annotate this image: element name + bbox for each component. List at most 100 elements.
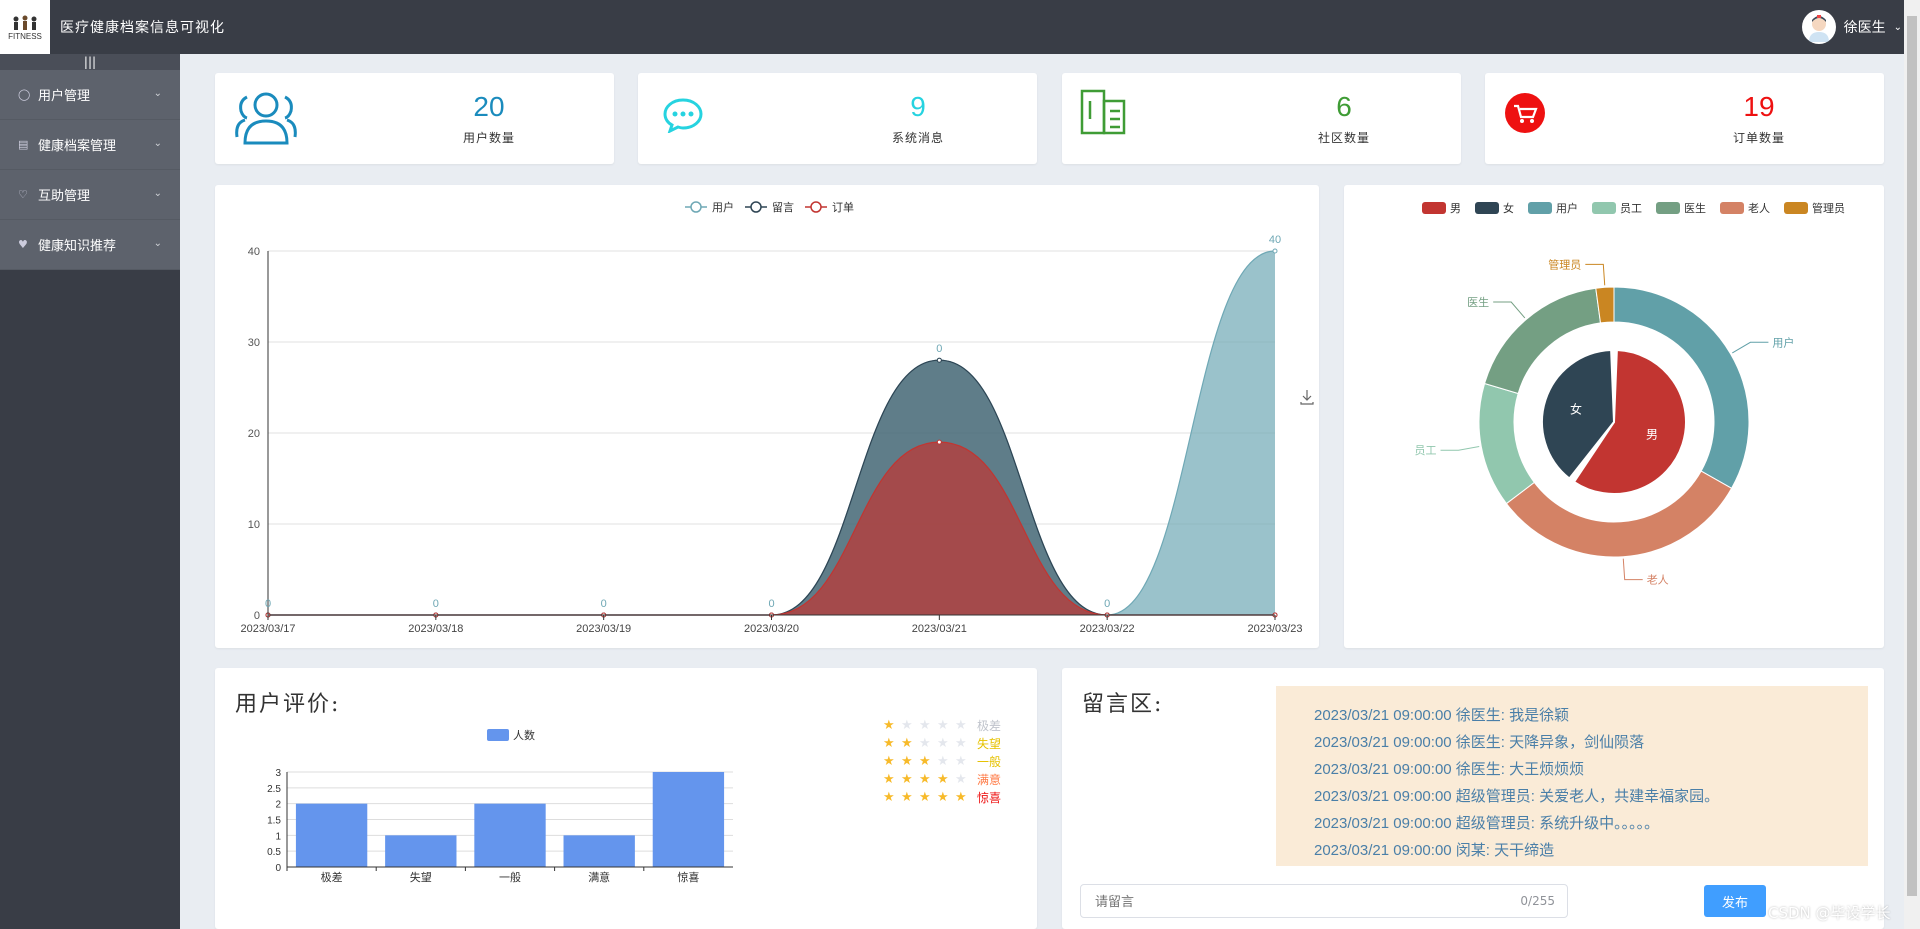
star-icon[interactable]: ★ — [919, 790, 937, 805]
y-tick-label: 3 — [275, 768, 281, 779]
legend-item[interactable]: 用户 — [1528, 201, 1578, 215]
building-icon — [1080, 89, 1126, 135]
series-area — [268, 442, 1275, 615]
star-label: 极差 — [977, 718, 1002, 733]
sidebar-toggle[interactable]: ||| — [0, 54, 180, 70]
star-icon[interactable]: ★ — [937, 718, 955, 733]
bar[interactable] — [563, 835, 635, 867]
pie-chart-card: 男女用户 员工 医生 老人 管理员 男女 用户 老人 员工 医生 管理员 — [1344, 185, 1884, 648]
stat-card-orders: 19 订单数量 — [1485, 73, 1884, 164]
users-icon — [235, 92, 297, 145]
star-icon[interactable]: ★ — [937, 754, 955, 769]
bar[interactable] — [474, 803, 546, 867]
y-tick-label: 0 — [275, 863, 281, 874]
legend-swatch — [487, 729, 509, 741]
legend-item[interactable]: 人数 — [487, 729, 535, 742]
legend-item[interactable]: 老人 — [1720, 202, 1770, 215]
star-icon[interactable]: ★ — [955, 754, 973, 769]
legend-label: 老人 — [1748, 202, 1770, 215]
data-label: 0 — [265, 598, 271, 610]
data-label: 0 — [768, 598, 774, 610]
bar[interactable] — [652, 772, 725, 867]
star-icon[interactable]: ★ — [955, 772, 973, 787]
legend-swatch — [1475, 202, 1499, 214]
sidebar-item-mutual-aid[interactable]: ♡ 互助管理 ⌄ — [0, 170, 180, 220]
scrollbar-thumb[interactable] — [1907, 16, 1917, 896]
star-icon[interactable]: ★ — [955, 718, 973, 733]
series-订单[interactable] — [265, 439, 1278, 618]
star-icon[interactable]: ★ — [901, 718, 919, 733]
message-input[interactable] — [1093, 885, 1497, 917]
legend-item[interactable]: 员工 — [1592, 202, 1642, 215]
star-icon[interactable]: ★ — [883, 772, 901, 787]
star-row: ★ ★ ★ ★ ★ 惊喜 — [883, 788, 1033, 806]
x-tick-label: 2023/03/23 — [1247, 623, 1302, 635]
star-icon[interactable]: ★ — [919, 736, 937, 751]
sidebar-item-user-management[interactable]: ◯ 用户管理 ⌄ — [0, 70, 180, 120]
star-icon[interactable]: ★ — [919, 718, 937, 733]
user-menu[interactable]: 徐医生 ⌄ — [1801, 9, 1902, 45]
fitness-logo-icon — [13, 15, 37, 30]
legend-item[interactable]: 医生 — [1656, 201, 1706, 215]
label-leader-line — [1440, 446, 1480, 451]
page-scrollbar[interactable] — [1904, 0, 1920, 929]
legend-item[interactable]: 男 — [1422, 202, 1461, 215]
user-name: 徐医生 — [1843, 20, 1886, 36]
trend-area-chart: 用户 留言 订单 0 10 20 30 40 2023/03/17 2023/03/18 2023… — [240, 200, 1314, 635]
y-tick-label: 2 — [275, 800, 281, 811]
x-tick-label: 2023/03/22 — [1080, 623, 1135, 635]
star-icon[interactable]: ★ — [919, 754, 937, 769]
slice-label: 员工 — [1415, 444, 1437, 457]
star-icon[interactable]: ★ — [901, 736, 919, 751]
download-icon[interactable] — [1300, 390, 1314, 405]
star-icon[interactable]: ★ — [955, 736, 973, 751]
star-icon[interactable]: ★ — [937, 790, 955, 805]
star-icon[interactable]: ★ — [883, 718, 901, 733]
legend-label: 男 — [1450, 203, 1461, 215]
sidebar-item-health-records[interactable]: ▤ 健康档案管理 ⌄ — [0, 120, 180, 170]
data-label: 0 — [601, 598, 607, 610]
star-icon[interactable]: ★ — [883, 736, 901, 751]
legend-item[interactable]: 订单 — [805, 201, 854, 214]
publish-button[interactable]: 发布 — [1704, 885, 1766, 917]
data-point[interactable] — [936, 357, 942, 363]
star-icon[interactable]: ★ — [883, 790, 901, 805]
x-tick-label: 极差 — [321, 870, 343, 884]
slice-label: 医生 — [1467, 295, 1489, 309]
star-icon[interactable]: ★ — [955, 790, 973, 805]
x-tick-label: 满意 — [588, 870, 610, 884]
legend-label: 医生 — [1684, 201, 1706, 215]
legend-item[interactable]: 用户 — [685, 200, 734, 214]
chevron-down-icon: ⌄ — [153, 88, 162, 99]
star-icon[interactable]: ★ — [937, 772, 955, 787]
stat-card-communities: 6 社区数量 — [1062, 73, 1461, 164]
list-item: 2023/03/21 09:00:00 超级管理员: 系统升级中。。。。。 — [1314, 815, 1660, 832]
y-tick-label: 20 — [248, 428, 260, 440]
y-tick-label: 1 — [275, 831, 281, 842]
legend-item[interactable]: 管理员 — [1784, 201, 1845, 215]
bar[interactable] — [295, 803, 368, 867]
star-rating-legend: ★ ★ ★ ★ ★ 极差 ★ ★ ★ ★ ★ 失望 ★ ★ ★ ★ ★ 一般 ★ ★ ★ ★ ★ 满意 ★ ★ ★ ★ ★ 惊喜 — [883, 716, 1033, 806]
label-leader-line — [1732, 341, 1769, 354]
star-icon[interactable]: ★ — [919, 772, 937, 787]
series-留言[interactable] — [265, 357, 1278, 618]
data-point[interactable] — [936, 439, 942, 445]
star-icon[interactable]: ★ — [901, 754, 919, 769]
series-area — [268, 360, 1275, 615]
bar[interactable] — [385, 835, 457, 867]
star-icon[interactable]: ★ — [883, 754, 901, 769]
data-label: 0 — [433, 598, 439, 610]
star-icon[interactable]: ★ — [901, 772, 919, 787]
legend-item[interactable]: 留言 — [745, 201, 794, 214]
star-row: ★ ★ ★ ★ ★ 一般 — [883, 752, 1033, 770]
data-point[interactable] — [1272, 248, 1278, 254]
legend-swatch — [1656, 202, 1680, 214]
star-icon[interactable]: ★ — [937, 736, 955, 751]
legend-item[interactable]: 女 — [1475, 201, 1514, 215]
cart-icon — [1505, 93, 1545, 133]
sidebar-item-health-knowledge[interactable]: ♥ 健康知识推荐 ⌄ — [0, 220, 180, 270]
app-logo[interactable]: FITNESS — [0, 0, 50, 54]
legend-swatch — [1592, 202, 1616, 214]
pie-slice[interactable] — [1478, 382, 1536, 505]
star-icon[interactable]: ★ — [901, 790, 919, 805]
